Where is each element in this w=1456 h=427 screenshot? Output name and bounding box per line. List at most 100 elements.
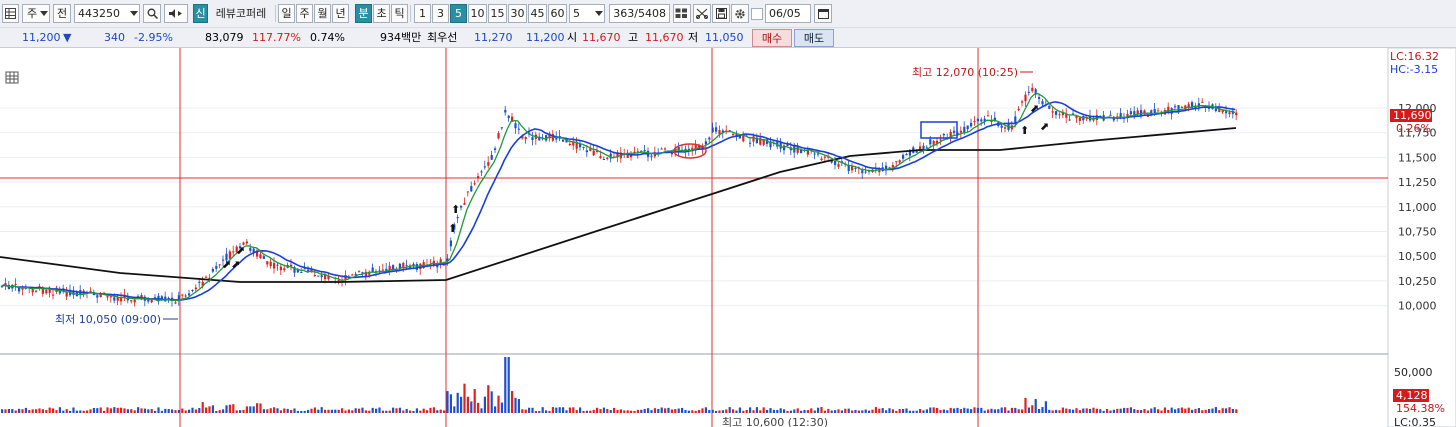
volume-bar <box>1068 409 1071 413</box>
chart-menu-icon[interactable] <box>5 71 19 84</box>
high-annotation: 최고 12,070 (10:25) <box>912 66 1018 79</box>
volume-bar <box>201 402 204 413</box>
sound-button[interactable] <box>164 4 188 23</box>
volume-bar <box>436 410 439 413</box>
volume-bar <box>1085 408 1088 413</box>
settings-button[interactable] <box>731 4 749 23</box>
volume-bar <box>1044 401 1047 413</box>
volume-bar <box>1160 410 1163 413</box>
volume-bar <box>664 408 667 413</box>
grid-menu-icon[interactable] <box>2 4 19 23</box>
period-minute-button[interactable]: 분 <box>355 4 372 23</box>
buy-button[interactable]: 매수 <box>752 29 792 47</box>
volume-bar <box>582 410 585 413</box>
interval-5-button[interactable]: 5 <box>450 4 467 23</box>
volume-bar <box>194 409 197 413</box>
stock-name: 레뷰코퍼레 <box>208 4 274 23</box>
candle-body <box>1004 127 1007 129</box>
save-button[interactable] <box>712 4 730 23</box>
candle-body <box>45 290 48 294</box>
candle-body <box>942 134 945 136</box>
low-price: 11,050 <box>705 31 744 44</box>
period-day-button[interactable]: 일 <box>278 4 295 23</box>
volume-bar <box>752 410 755 413</box>
volume-bar <box>837 409 840 413</box>
candle-body <box>1068 119 1071 121</box>
volume-bar <box>772 409 775 413</box>
candle-body <box>1027 91 1030 93</box>
volume-bar <box>324 409 327 413</box>
candle-body <box>650 155 653 157</box>
period-week-button[interactable]: 주 <box>296 4 313 23</box>
price-tick-label: 10,750 <box>1398 226 1437 239</box>
volume-bar <box>385 410 388 413</box>
type-select[interactable]: 주 <box>22 4 50 23</box>
volume-bar <box>317 409 320 413</box>
volume-bar <box>613 407 616 413</box>
candle-body <box>602 159 605 161</box>
volume-bar <box>840 410 843 413</box>
volume-bar <box>711 409 714 413</box>
interval-1-button[interactable]: 1 <box>414 4 431 23</box>
custom-interval-select[interactable]: 5 <box>569 4 605 23</box>
volume-bar <box>269 408 272 413</box>
volume-bar <box>293 408 296 413</box>
volume-bar <box>606 408 609 413</box>
volume-bar <box>279 410 282 413</box>
period-second-button[interactable]: 초 <box>373 4 390 23</box>
volume-bar <box>1106 409 1109 413</box>
volume-bar <box>854 409 857 413</box>
candle-body <box>1109 114 1112 116</box>
count-input[interactable]: 363/5408 <box>609 4 670 23</box>
interval-3-button[interactable]: 3 <box>432 4 449 23</box>
candle-body <box>980 119 983 122</box>
calendar-button[interactable] <box>814 4 832 23</box>
buy-signal-icon: ⬈⬈ <box>222 258 240 271</box>
candle-body <box>1041 101 1044 105</box>
volume-bar <box>296 410 299 413</box>
grid-settings-button[interactable] <box>673 4 691 23</box>
candle-body <box>1000 125 1003 128</box>
volume-bar <box>715 410 718 413</box>
best-bid: 11,200 <box>526 31 565 44</box>
volume-bar <box>375 408 378 413</box>
period-month-button[interactable]: 월 <box>314 4 331 23</box>
volume-bar <box>494 406 497 413</box>
period-year-button[interactable]: 년 <box>332 4 349 23</box>
volume-bar <box>803 409 806 413</box>
candle-body <box>494 148 497 150</box>
volume-bar <box>446 391 449 413</box>
cut-button[interactable] <box>693 4 711 23</box>
volume-bar <box>490 391 493 413</box>
price-chart[interactable]: ⬈⬈ ⬈ ⬆ ⬆ ⬆ ⬈ ⬈ 최고 12,070 (10:25) 최저 10,0… <box>0 48 1456 427</box>
date-input[interactable]: 06/05 <box>765 4 811 23</box>
volume-bar <box>568 407 571 413</box>
prev-button[interactable]: 전 <box>53 4 71 23</box>
interval-45-button[interactable]: 45 <box>528 4 547 23</box>
volume-bar <box>698 409 701 413</box>
interval-30-button[interactable]: 30 <box>508 4 527 23</box>
sell-button[interactable]: 매도 <box>794 29 834 47</box>
candle-body <box>473 183 476 185</box>
new-badge[interactable]: 신 <box>193 4 208 23</box>
date-checkbox[interactable] <box>751 8 763 20</box>
volume-bar <box>908 410 911 413</box>
candle-body <box>463 203 466 205</box>
candle-body <box>1180 106 1183 108</box>
chart-canvas[interactable]: ⬈⬈ ⬈ ⬆ ⬆ ⬆ ⬈ ⬈ 최고 12,070 (10:25) 최저 10,0… <box>0 48 1456 427</box>
volume-bar <box>912 410 915 413</box>
speaker-icon <box>169 9 182 18</box>
interval-15-button[interactable]: 15 <box>488 4 507 23</box>
save-icon <box>715 8 727 19</box>
stock-code-input[interactable]: 443250 <box>74 4 140 23</box>
search-button[interactable] <box>143 4 161 23</box>
candle-body <box>1225 111 1228 114</box>
volume-bar <box>531 407 534 413</box>
volume-bar <box>868 410 871 413</box>
volume-bar <box>171 409 174 413</box>
interval-60-button[interactable]: 60 <box>548 4 567 23</box>
interval-10-button[interactable]: 10 <box>468 4 487 23</box>
volume-bar <box>1136 409 1139 413</box>
volume-bar <box>456 392 459 413</box>
period-tick-button[interactable]: 틱 <box>391 4 408 23</box>
